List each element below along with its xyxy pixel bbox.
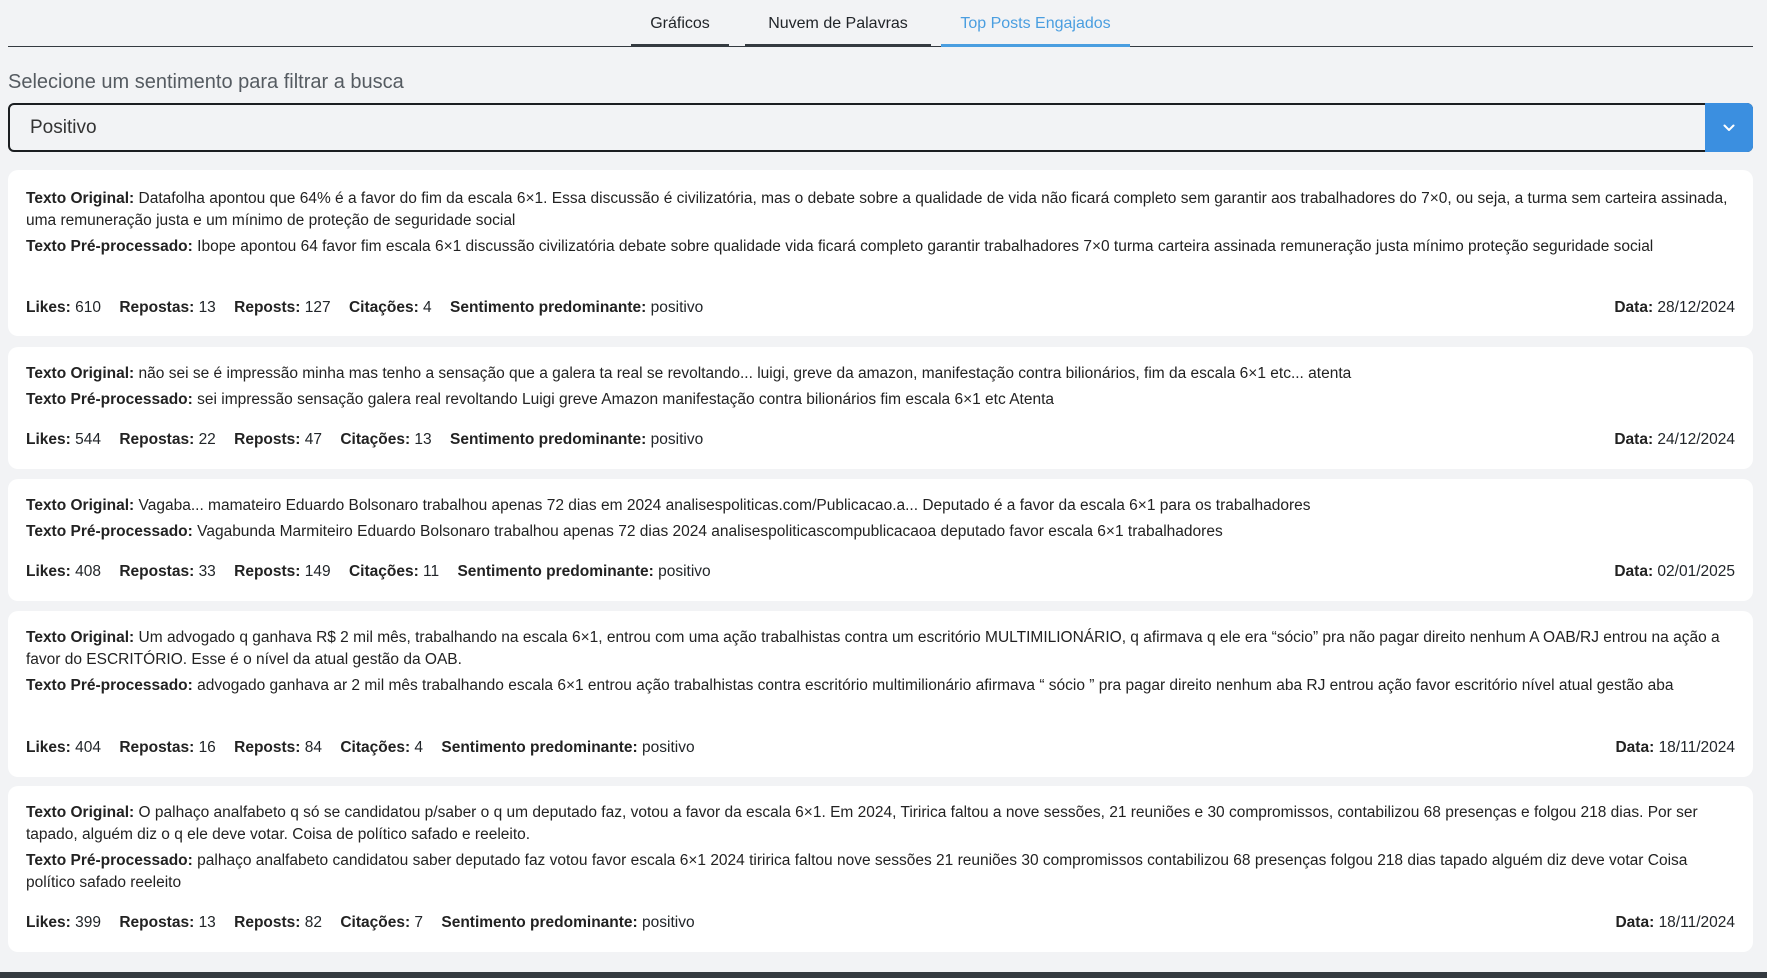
post-stats: Likes: 399 Repostas: 13 Reposts: 82 Cita…	[26, 912, 1735, 934]
sentiment-stat: Sentimento predominante: positivo	[449, 299, 704, 316]
likes-stat: Likes: 544	[26, 431, 101, 448]
original-label: Texto Original:	[26, 497, 135, 514]
preprocessed-label: Texto Pré-processado:	[26, 677, 193, 694]
replies-stat: Repostas: 33	[119, 563, 216, 580]
preprocessed-text: Vagabunda Marmiteiro Eduardo Bolsonaro t…	[197, 523, 1223, 540]
post-card: Texto Original: não sei se é impressão m…	[8, 347, 1753, 469]
reposts-stat: Reposts: 47	[234, 431, 323, 448]
post-original: Texto Original: Um advogado q ganhava R$…	[26, 627, 1735, 671]
sentiment-stat: Sentimento predominante: positivo	[457, 563, 711, 580]
sentiment-stat: Sentimento predominante: positivo	[441, 914, 695, 931]
post-card: Texto Original: Vagaba... mamateiro Edua…	[8, 479, 1753, 601]
reposts-stat: Reposts: 84	[234, 739, 323, 756]
post-card: Texto Original: Datafolha apontou que 64…	[8, 170, 1753, 336]
original-text: Datafolha apontou que 64% é a favor do f…	[26, 190, 1728, 229]
post-date: Data: 24/12/2024	[1614, 431, 1735, 448]
preprocessed-text: palhaço analfabeto candidatou saber depu…	[26, 852, 1688, 891]
replies-stat: Repostas: 13	[119, 914, 216, 931]
select-toggle-button[interactable]	[1705, 103, 1753, 152]
post-stats: Likes: 544 Repostas: 22 Reposts: 47 Cita…	[26, 429, 1735, 451]
preprocessed-label: Texto Pré-processado:	[26, 238, 193, 255]
post-stats: Likes: 408 Repostas: 33 Reposts: 149 Cit…	[26, 561, 1735, 583]
reposts-stat: Reposts: 82	[234, 914, 323, 931]
likes-stat: Likes: 399	[26, 914, 101, 931]
likes-stat: Likes: 404	[26, 739, 101, 756]
post-card: Texto Original: Um advogado q ganhava R$…	[8, 611, 1753, 777]
sentiment-select-value: Positivo	[30, 117, 97, 138]
tab-bar: Gráficos Nuvem de Palavras Top Posts Eng…	[8, 0, 1753, 47]
quotes-stat: Citações: 13	[340, 431, 432, 448]
post-preprocessed: Texto Pré-processado: Ibope apontou 64 f…	[26, 236, 1735, 258]
original-label: Texto Original:	[26, 365, 135, 382]
preprocessed-text: advogado ganhava ar 2 mil mês trabalhand…	[197, 677, 1674, 694]
post-date: Data: 28/12/2024	[1614, 299, 1735, 316]
post-original: Texto Original: Datafolha apontou que 64…	[26, 188, 1735, 232]
quotes-stat: Citações: 4	[340, 739, 424, 756]
sentiment-stat: Sentimento predominante: positivo	[441, 739, 695, 756]
original-text: O palhaço analfabeto q só se candidatou …	[26, 804, 1698, 843]
replies-stat: Repostas: 13	[119, 299, 216, 316]
quotes-stat: Citações: 11	[348, 563, 440, 580]
replies-stat: Repostas: 22	[119, 431, 216, 448]
original-text: não sei se é impressão minha mas tenho a…	[138, 365, 1352, 382]
original-label: Texto Original:	[26, 629, 135, 646]
chevron-down-icon	[1723, 124, 1735, 131]
post-preprocessed: Texto Pré-processado: palhaço analfabeto…	[26, 850, 1735, 894]
original-text: Vagaba... mamateiro Eduardo Bolsonaro tr…	[138, 497, 1311, 514]
tab-top-posts-engajados[interactable]: Top Posts Engajados	[941, 0, 1130, 47]
replies-stat: Repostas: 16	[119, 739, 216, 756]
original-label: Texto Original:	[26, 804, 135, 821]
reposts-stat: Reposts: 127	[234, 299, 331, 316]
tab-graficos[interactable]: Gráficos	[631, 0, 729, 47]
post-original: Texto Original: O palhaço analfabeto q s…	[26, 802, 1735, 846]
post-stats: Likes: 610 Repostas: 13 Reposts: 127 Cit…	[26, 297, 1735, 319]
tab-nuvem-de-palavras[interactable]: Nuvem de Palavras	[745, 0, 931, 47]
post-preprocessed: Texto Pré-processado: sei impressão sens…	[26, 389, 1735, 411]
preprocessed-text: Ibope apontou 64 favor fim escala 6×1 di…	[197, 238, 1654, 255]
post-date: Data: 02/01/2025	[1614, 563, 1735, 580]
post-card: Texto Original: O palhaço analfabeto q s…	[8, 786, 1753, 952]
preprocessed-text: sei impressão sensação galera real revol…	[197, 391, 1054, 408]
preprocessed-label: Texto Pré-processado:	[26, 852, 193, 869]
likes-stat: Likes: 408	[26, 563, 101, 580]
filter-label: Selecione um sentimento para filtrar a b…	[8, 71, 404, 93]
preprocessed-label: Texto Pré-processado:	[26, 391, 193, 408]
reposts-stat: Reposts: 149	[234, 563, 331, 580]
original-label: Texto Original:	[26, 190, 135, 207]
post-original: Texto Original: Vagaba... mamateiro Edua…	[26, 495, 1735, 517]
post-date: Data: 18/11/2024	[1615, 914, 1735, 931]
preprocessed-label: Texto Pré-processado:	[26, 523, 193, 540]
bottom-bar	[0, 972, 1767, 978]
sentiment-select[interactable]: Positivo	[8, 103, 1753, 152]
original-text: Um advogado q ganhava R$ 2 mil mês, trab…	[26, 629, 1720, 668]
post-stats: Likes: 404 Repostas: 16 Reposts: 84 Cita…	[26, 737, 1735, 759]
post-preprocessed: Texto Pré-processado: advogado ganhava a…	[26, 675, 1735, 697]
post-date: Data: 18/11/2024	[1615, 739, 1735, 756]
likes-stat: Likes: 610	[26, 299, 101, 316]
sentiment-stat: Sentimento predominante: positivo	[449, 431, 704, 448]
quotes-stat: Citações: 4	[348, 299, 432, 316]
post-preprocessed: Texto Pré-processado: Vagabunda Marmitei…	[26, 521, 1735, 543]
quotes-stat: Citações: 7	[340, 914, 424, 931]
post-original: Texto Original: não sei se é impressão m…	[26, 363, 1735, 385]
